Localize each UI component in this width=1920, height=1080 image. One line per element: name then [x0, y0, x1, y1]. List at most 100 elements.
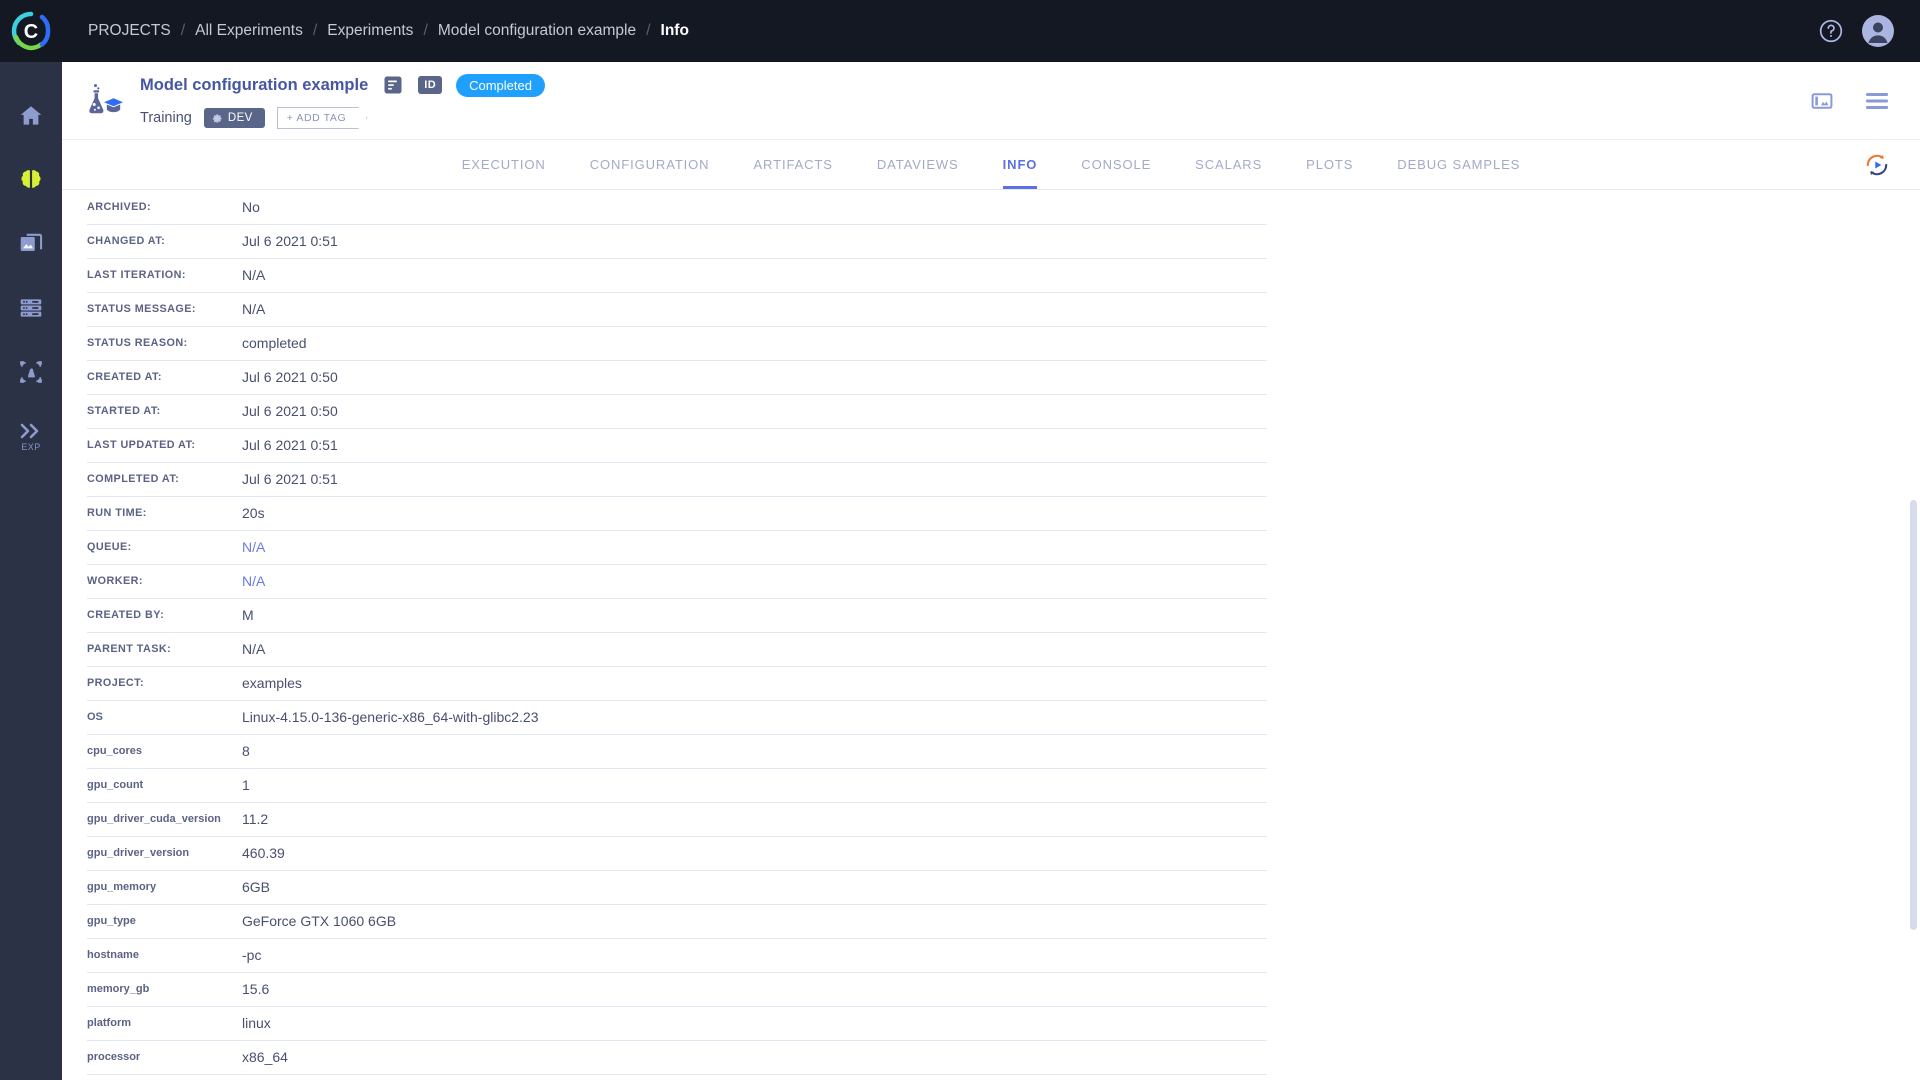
tab-artifacts[interactable]: ARTIFACTS — [731, 140, 854, 189]
images-icon — [18, 231, 44, 257]
row-key: gpu_memory — [87, 870, 242, 904]
status-badge: Completed — [456, 74, 545, 97]
breadcrumb-item-experiments[interactable]: Experiments — [327, 22, 413, 40]
row-value: N/A — [242, 530, 1267, 564]
row-value: Jul 6 2021 0:50 — [242, 360, 1267, 394]
sidebar-item-home[interactable] — [0, 84, 62, 148]
tab-scalars[interactable]: SCALARS — [1173, 140, 1284, 189]
row-value: Jul 6 2021 0:51 — [242, 428, 1267, 462]
hamburger-menu-icon[interactable] — [1864, 90, 1890, 112]
gear-icon — [212, 113, 223, 124]
row-key: PARENT TASK: — [87, 632, 242, 666]
table-row: ARCHIVED:No — [87, 190, 1267, 224]
row-value: GeForce GTX 1060 6GB — [242, 904, 1267, 938]
table-row: COMPLETED AT:Jul 6 2021 0:51 — [87, 462, 1267, 496]
row-key: gpu_count — [87, 768, 242, 802]
row-value: N/A — [242, 258, 1267, 292]
add-tag-button[interactable]: + ADD TAG — [277, 107, 368, 129]
sidebar-item-exp[interactable]: EXP — [0, 404, 62, 468]
table-row: gpu_count1 — [87, 768, 1267, 802]
user-avatar-icon[interactable] — [1862, 15, 1894, 47]
model-frame-icon — [18, 359, 44, 385]
table-row: RUN TIME:20s — [87, 496, 1267, 530]
row-value: examples — [242, 666, 1267, 700]
row-value: -pc — [242, 938, 1267, 972]
row-value: N/A — [242, 564, 1267, 598]
tab-execution[interactable]: EXECUTION — [440, 140, 568, 189]
table-row: STATUS REASON:completed — [87, 326, 1267, 360]
row-key: cpu_cores — [87, 734, 242, 768]
row-key: gpu_driver_cuda_version — [87, 802, 242, 836]
breadcrumb: PROJECTS / All Experiments / Experiments… — [88, 22, 689, 40]
row-key: processor — [87, 1040, 242, 1074]
tag-dev[interactable]: DEV — [204, 108, 265, 128]
row-key: OS — [87, 700, 242, 734]
sidebar-item-models[interactable] — [0, 148, 62, 212]
table-row: CREATED BY:M — [87, 598, 1267, 632]
tab-configuration[interactable]: CONFIGURATION — [568, 140, 732, 189]
brain-icon — [18, 167, 44, 193]
row-key: WORKER: — [87, 564, 242, 598]
tab-dataviews[interactable]: DATAVIEWS — [855, 140, 981, 189]
tab-console[interactable]: CONSOLE — [1059, 140, 1173, 189]
table-row: memory_gb15.6 — [87, 972, 1267, 1006]
row-key: LAST ITERATION: — [87, 258, 242, 292]
table-row: PARENT TASK:N/A — [87, 632, 1267, 666]
vertical-scrollbar[interactable] — [1910, 500, 1917, 930]
table-row: cpu_cores8 — [87, 734, 1267, 768]
row-value: 20s — [242, 496, 1267, 530]
split-panel-icon[interactable] — [1810, 89, 1834, 113]
row-value: No — [242, 190, 1267, 224]
tab-info[interactable]: INFO — [981, 140, 1060, 189]
row-key: gpu_type — [87, 904, 242, 938]
table-row: CHANGED AT:Jul 6 2021 0:51 — [87, 224, 1267, 258]
id-badge[interactable]: ID — [418, 76, 442, 94]
row-key: STATUS MESSAGE: — [87, 292, 242, 326]
row-key: RUN TIME: — [87, 496, 242, 530]
row-key: PROJECT: — [87, 666, 242, 700]
table-row: LAST ITERATION:N/A — [87, 258, 1267, 292]
tab-debug-samples[interactable]: DEBUG SAMPLES — [1375, 140, 1542, 189]
row-key: gpu_driver_version — [87, 836, 242, 870]
row-value: 6GB — [242, 870, 1267, 904]
table-row: STARTED AT:Jul 6 2021 0:50 — [87, 394, 1267, 428]
home-icon — [18, 103, 44, 129]
clearml-logo-icon[interactable]: C — [0, 0, 62, 62]
experiment-title-block: Model configuration example ID Completed… — [140, 72, 545, 129]
row-value: 460.39 — [242, 836, 1267, 870]
info-panel[interactable]: ARCHIVED:No CHANGED AT:Jul 6 2021 0:51 L… — [62, 190, 1920, 1080]
sidebar-item-annotations[interactable] — [0, 340, 62, 404]
datasets-server-icon — [18, 295, 44, 321]
breadcrumb-item-experiment-name[interactable]: Model configuration example — [438, 22, 636, 40]
row-value: Jul 6 2021 0:51 — [242, 462, 1267, 496]
sidebar-item-images[interactable] — [0, 212, 62, 276]
help-circle-icon[interactable] — [1818, 18, 1844, 44]
row-value: 15.6 — [242, 972, 1267, 1006]
row-value: N/A — [242, 632, 1267, 666]
left-nav-rail: C — [0, 0, 62, 1080]
breadcrumb-item-all-experiments[interactable]: All Experiments — [195, 22, 303, 40]
table-row: CREATED AT:Jul 6 2021 0:50 — [87, 360, 1267, 394]
experiment-tabs-bar: EXECUTION CONFIGURATION ARTIFACTS DATAVI… — [62, 140, 1920, 190]
row-key: CREATED AT: — [87, 360, 242, 394]
table-row: gpu_memory6GB — [87, 870, 1267, 904]
row-key: STARTED AT: — [87, 394, 242, 428]
row-key: CHANGED AT: — [87, 224, 242, 258]
breadcrumb-item-projects[interactable]: PROJECTS — [88, 22, 171, 40]
top-bar: PROJECTS / All Experiments / Experiments… — [62, 0, 1920, 62]
sidebar-item-datasets[interactable] — [0, 276, 62, 340]
row-key: ARCHIVED: — [87, 190, 242, 224]
table-row: OSLinux-4.15.0-136-generic-x86_64-with-g… — [87, 700, 1267, 734]
auto-refresh-icon[interactable] — [1864, 152, 1890, 178]
topbar-actions — [1818, 15, 1894, 47]
row-key: QUEUE: — [87, 530, 242, 564]
flask-graduation-icon — [84, 83, 124, 119]
tab-plots[interactable]: PLOTS — [1284, 140, 1375, 189]
table-row: LAST UPDATED AT:Jul 6 2021 0:51 — [87, 428, 1267, 462]
breadcrumb-separator: / — [181, 22, 185, 40]
breadcrumb-separator: / — [646, 22, 650, 40]
svg-text:C: C — [24, 21, 38, 43]
description-icon[interactable] — [382, 74, 404, 96]
experiments-chevrons-icon — [18, 421, 44, 441]
breadcrumb-item-info[interactable]: Info — [661, 22, 689, 40]
